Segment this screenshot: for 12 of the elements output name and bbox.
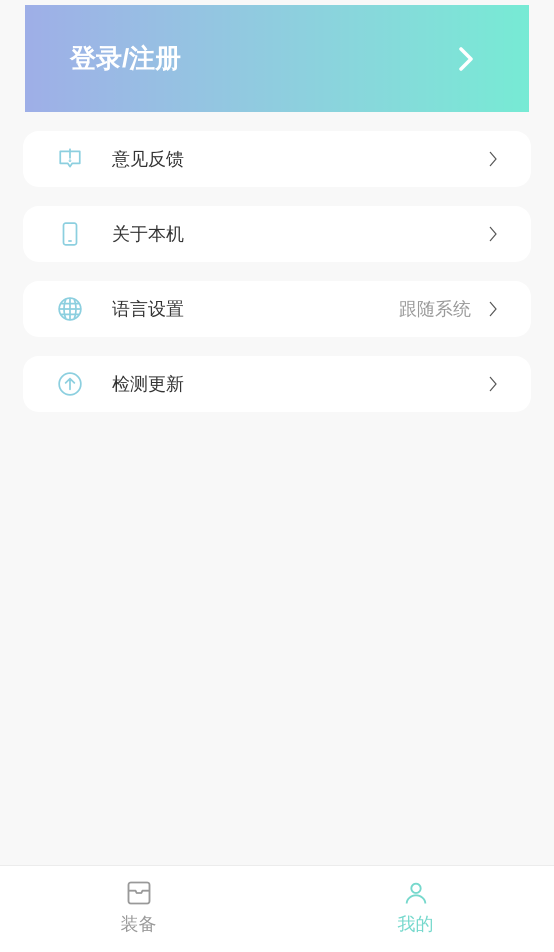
chevron-right-icon (489, 376, 497, 392)
menu-item[interactable]: 检测更新 (23, 356, 531, 412)
chevron-right-icon (489, 151, 497, 167)
menu-value: 跟随系统 (399, 298, 471, 320)
menu-item[interactable]: 关于本机 (23, 206, 531, 262)
chevron-right-icon (489, 226, 497, 242)
globe-icon (57, 296, 83, 322)
chevron-right-icon (489, 301, 497, 317)
tray-icon (124, 879, 152, 907)
menu-item[interactable]: 意见反馈 (23, 131, 531, 187)
menu-item[interactable]: 语言设置 跟随系统 (23, 281, 531, 337)
chevron-right-icon (458, 46, 474, 72)
